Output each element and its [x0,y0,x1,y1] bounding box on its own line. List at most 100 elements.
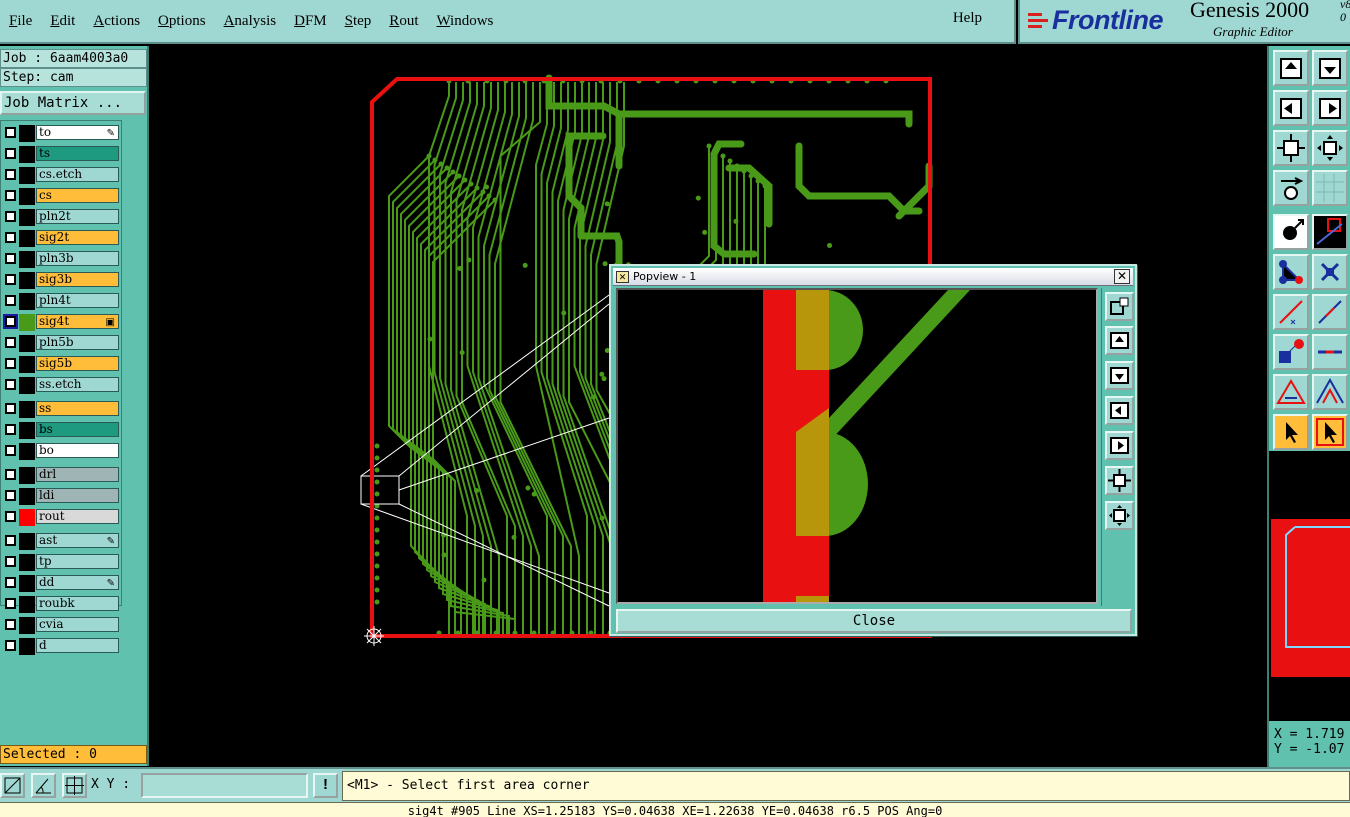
layer-color-swatch[interactable] [19,272,35,289]
move-feature-icon[interactable] [1312,214,1348,250]
layer-row-d[interactable]: d [2,638,120,655]
add-pad-icon[interactable] [1273,334,1309,370]
layer-name[interactable]: to ✎ [36,125,119,140]
layer-color-swatch[interactable] [19,167,35,184]
layer-row-to[interactable]: to ✎ [2,125,120,142]
layer-name[interactable]: tp [36,554,119,569]
layer-row-sig5b[interactable]: sig5b [2,356,120,373]
layer-name[interactable]: drl [36,467,119,482]
layer-name[interactable]: ast ✎ [36,533,119,548]
layer-checkbox[interactable] [5,232,16,243]
menu-step[interactable]: Step [345,13,372,30]
menu-actions[interactable]: Actions [93,13,140,30]
zoom-out-icon[interactable] [1105,501,1134,530]
layer-color-swatch[interactable] [19,617,35,634]
layer-checkbox[interactable] [5,490,16,501]
layer-name[interactable]: cvia [36,617,119,632]
close-icon[interactable]: ✕ [1114,269,1130,284]
layer-name[interactable]: sig4t ▣ [36,314,119,329]
layer-row-pln4t[interactable]: pln4t [2,293,120,310]
layer-name[interactable]: rout [36,509,119,524]
pan-left-icon[interactable] [1105,396,1134,425]
menu-edit[interactable]: Edit [50,13,75,30]
execute-button[interactable]: ! [313,773,338,798]
layer-color-swatch[interactable] [19,335,35,352]
layer-row-drl[interactable]: drl [2,467,120,484]
layer-checkbox[interactable] [5,274,16,285]
layer-row-pln5b[interactable]: pln5b [2,335,120,352]
pointer-icon[interactable] [1273,414,1309,450]
layer-checkbox[interactable] [5,445,16,456]
layer-row-bs[interactable]: bs [2,422,120,439]
layer-color-swatch[interactable] [19,188,35,205]
layer-checkbox[interactable] [5,211,16,222]
layer-color-swatch[interactable] [19,125,35,142]
layer-name[interactable]: sig3b [36,272,119,287]
layer-color-swatch[interactable] [19,356,35,373]
layer-color-swatch[interactable] [19,251,35,268]
snap-line-icon[interactable] [0,773,25,798]
layer-name[interactable]: cs.etch [36,167,119,182]
layer-checkbox[interactable] [5,316,16,327]
layer-row-roubk[interactable]: roubk [2,596,120,613]
pan-right-icon[interactable] [1312,90,1348,126]
layer-row-ldi[interactable]: ldi [2,488,120,505]
layer-name[interactable]: pln3b [36,251,119,266]
split-line-icon[interactable] [1312,334,1348,370]
layer-checkbox[interactable] [5,403,16,414]
layer-name[interactable]: ts [36,146,119,161]
layer-color-swatch[interactable] [19,293,35,310]
menu-windows[interactable]: Windows [436,13,493,30]
layer-color-swatch[interactable] [19,509,35,526]
layer-row-bo[interactable]: bo [2,443,120,460]
layer-name[interactable]: pln2t [36,209,119,224]
pan-down-icon[interactable] [1105,361,1134,390]
layer-checkbox[interactable] [5,598,16,609]
layer-name[interactable]: bo [36,443,119,458]
layer-row-dd[interactable]: dd ✎ [2,575,120,592]
layer-name[interactable]: sig2t [36,230,119,245]
layer-checkbox[interactable] [5,148,16,159]
pan-up-icon[interactable] [1105,326,1134,355]
popview-titlebar[interactable]: ✕ Popview - 1 ✕ [613,268,1133,286]
layer-checkbox[interactable] [5,337,16,348]
layer-checkbox[interactable] [5,424,16,435]
layer-checkbox[interactable] [5,556,16,567]
job-matrix-button[interactable]: Job Matrix ... [0,91,146,115]
layer-checkbox[interactable] [5,535,16,546]
delete-feature-icon[interactable] [1312,254,1348,290]
layer-name[interactable]: dd ✎ [36,575,119,590]
layer-checkbox[interactable] [5,190,16,201]
layer-row-ss[interactable]: ss [2,401,120,418]
menu-analysis[interactable]: Analysis [224,13,277,30]
layer-name[interactable]: ss [36,401,119,416]
menu-options[interactable]: Options [158,13,206,30]
layer-checkbox[interactable] [5,379,16,390]
window-menu-icon[interactable]: ✕ [616,271,629,283]
layer-row-ast[interactable]: ast ✎ [2,533,120,550]
layer-checkbox[interactable] [5,469,16,480]
snap-grid-icon[interactable] [62,773,87,798]
layer-color-swatch[interactable] [19,314,35,331]
layer-color-swatch[interactable] [19,554,35,571]
menu-help[interactable]: Help [953,10,982,27]
layer-color-swatch[interactable] [19,443,35,460]
pan-up-icon[interactable] [1273,50,1309,86]
layer-name[interactable]: ss.etch [36,377,119,392]
layer-row-cs[interactable]: cs [2,188,120,205]
layer-row-ss-etch[interactable]: ss.etch [2,377,120,394]
layer-checkbox[interactable] [5,577,16,588]
layer-checkbox[interactable] [5,358,16,369]
pan-down-icon[interactable] [1312,50,1348,86]
layer-name[interactable]: pln4t [36,293,119,308]
connect-nodes-icon[interactable] [1273,254,1309,290]
layer-color-swatch[interactable] [19,146,35,163]
overview-map[interactable] [1267,451,1350,721]
layer-name[interactable]: cs [36,188,119,203]
layer-row-cvia[interactable]: cvia [2,617,120,634]
layer-color-swatch[interactable] [19,533,35,550]
edit-line-icon[interactable] [1312,294,1348,330]
layer-name[interactable]: ldi [36,488,119,503]
edit-surface-icon[interactable] [1312,374,1348,410]
layer-row-sig2t[interactable]: sig2t [2,230,120,247]
